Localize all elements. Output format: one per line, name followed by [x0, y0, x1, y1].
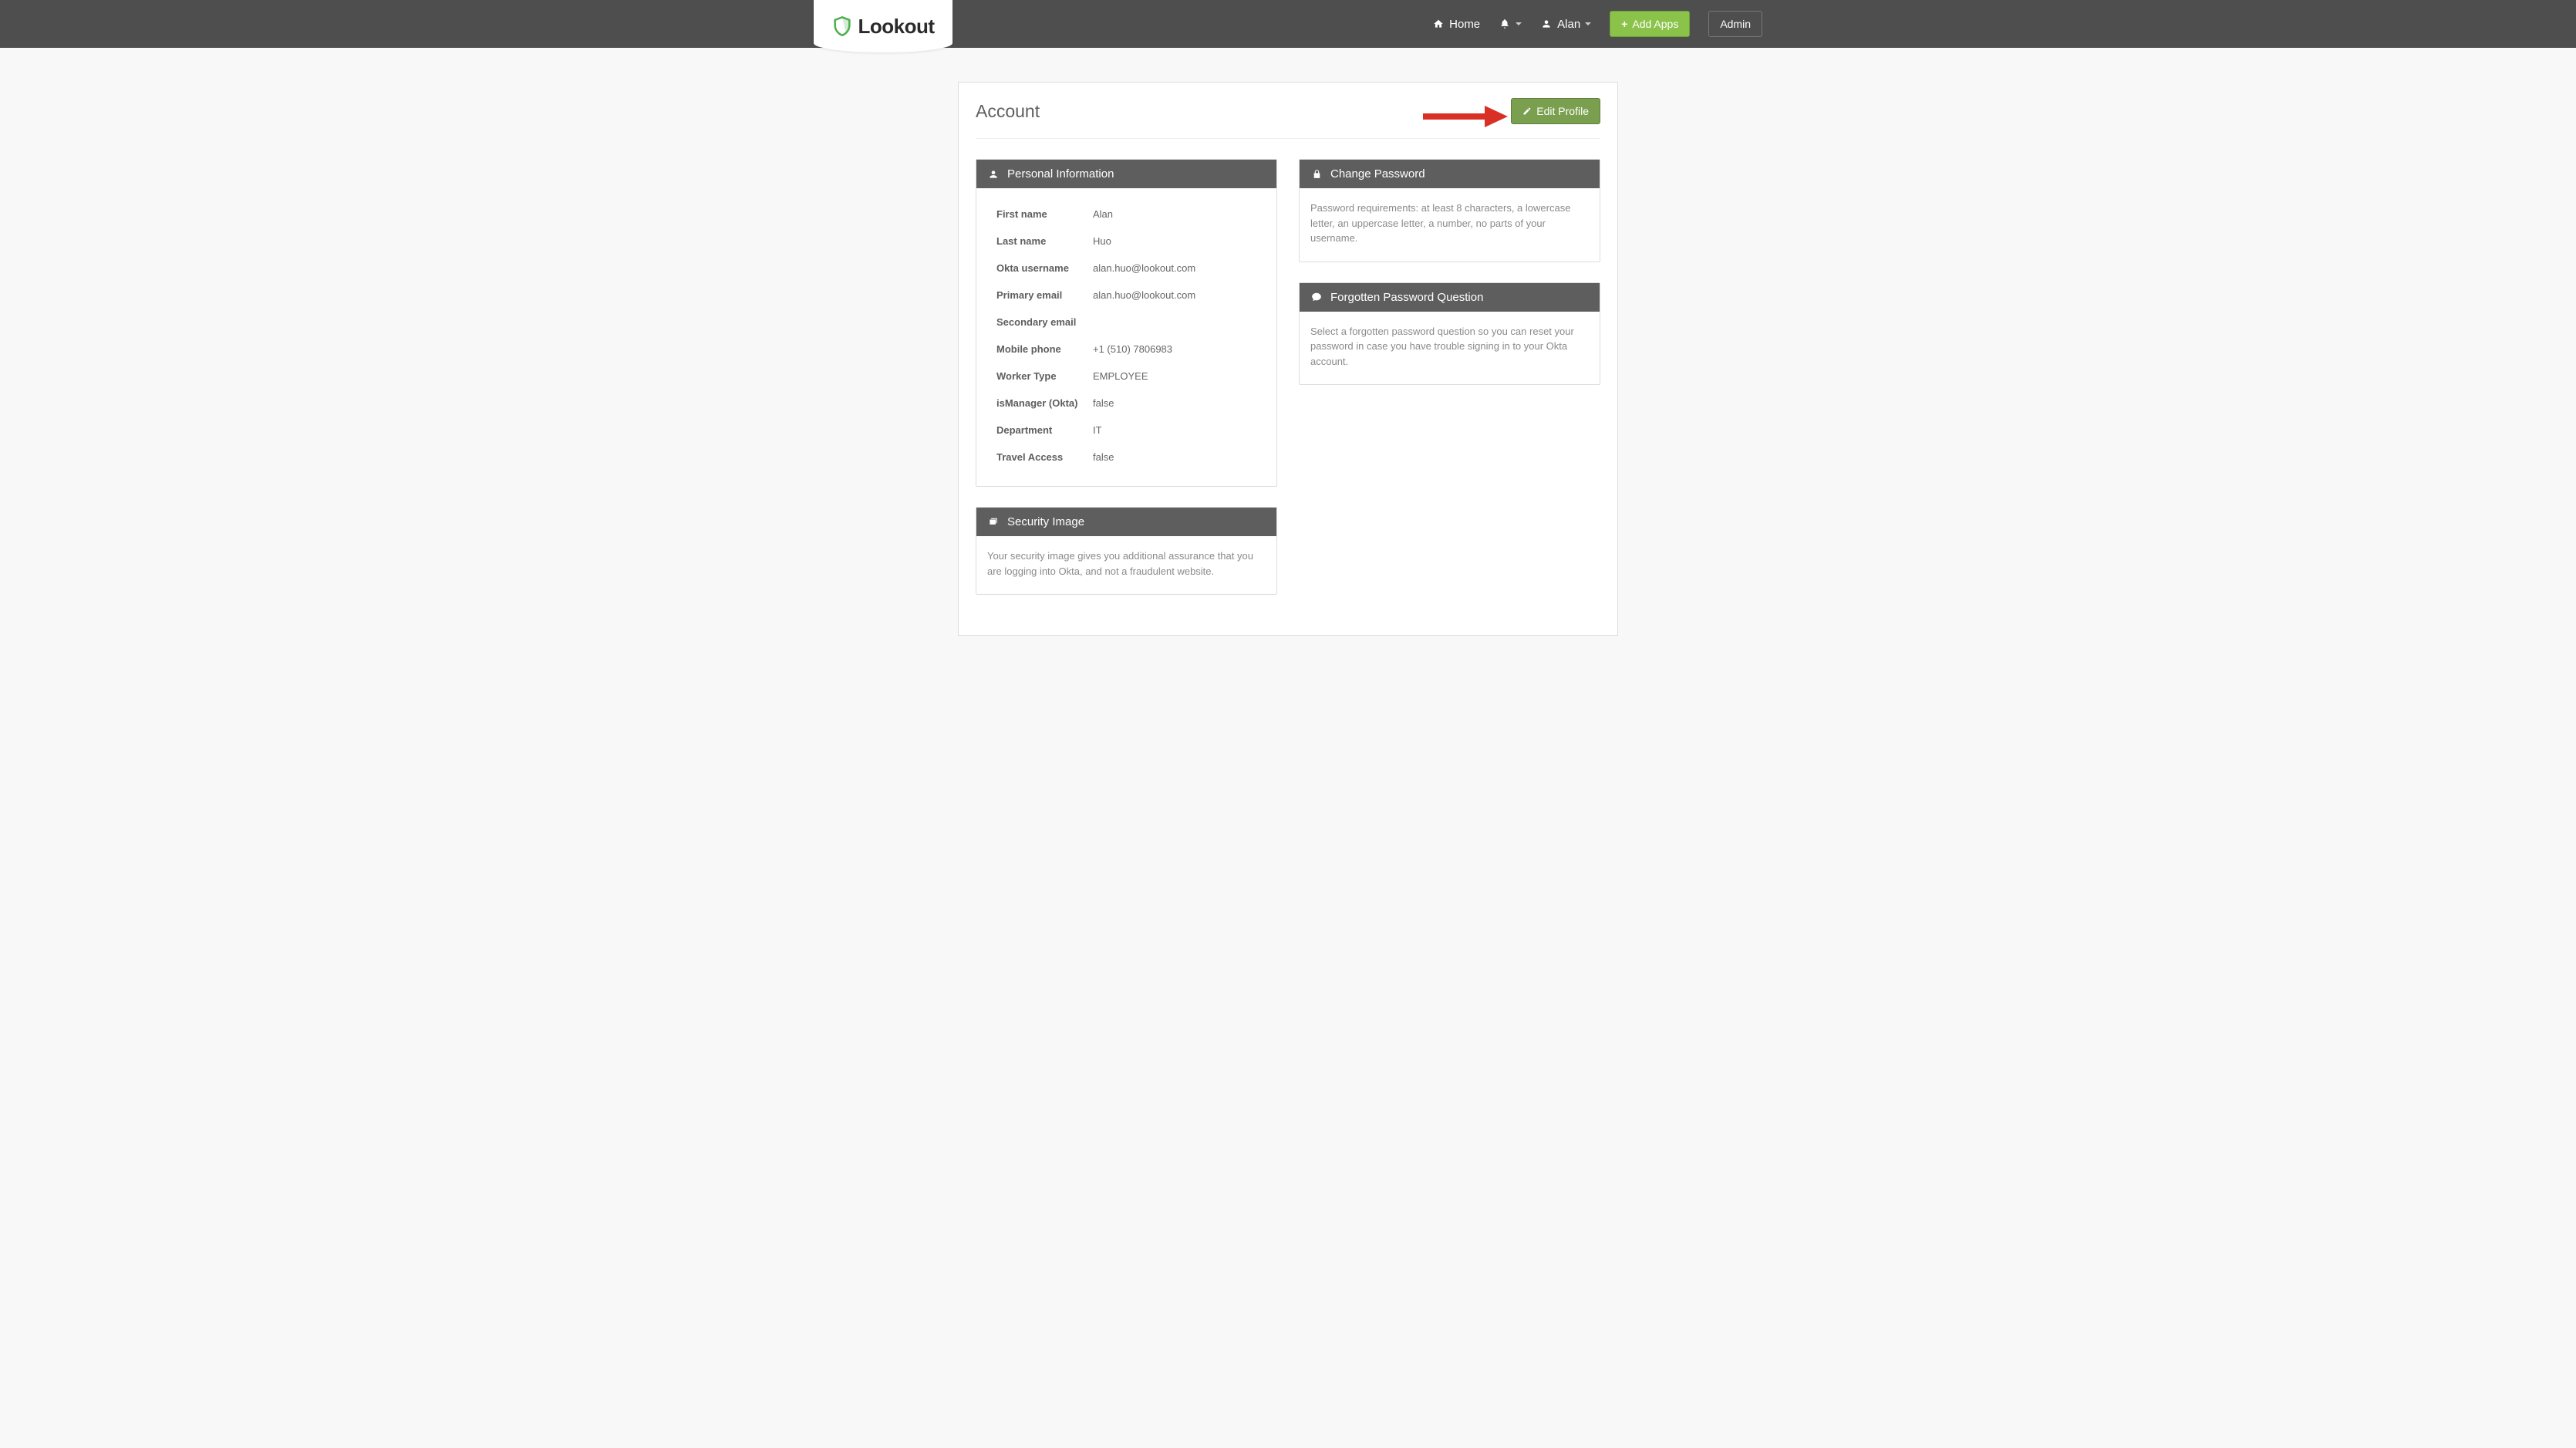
add-apps-button[interactable]: + Add Apps — [1610, 11, 1690, 37]
security-image-title: Security Image — [1007, 515, 1084, 528]
forgotten-question-title: Forgotten Password Question — [1330, 291, 1483, 304]
field-okta-username: Okta username alan.huo@lookout.com — [987, 255, 1266, 282]
admin-button[interactable]: Admin — [1708, 11, 1762, 37]
field-department: Department IT — [987, 417, 1266, 444]
field-label: Mobile phone — [996, 343, 1093, 355]
field-value: +1 (510) 7806983 — [1093, 343, 1172, 355]
field-travel-access: Travel Access false — [987, 444, 1266, 471]
brand-name: Lookout — [858, 15, 934, 39]
add-apps-label: Add Apps — [1632, 18, 1678, 30]
edit-profile-label: Edit Profile — [1536, 105, 1589, 117]
field-value: EMPLOYEE — [1093, 370, 1148, 382]
nav-user-menu[interactable]: Alan — [1540, 18, 1591, 31]
chevron-down-icon — [1516, 22, 1522, 25]
field-primary-email: Primary email alan.huo@lookout.com — [987, 282, 1266, 309]
page-title: Account — [976, 101, 1040, 122]
security-image-desc: Your security image gives you additional… — [987, 548, 1266, 579]
field-label: Okta username — [996, 262, 1093, 274]
field-value: false — [1093, 397, 1114, 409]
field-value: IT — [1093, 424, 1102, 436]
personal-info-title: Personal Information — [1007, 167, 1114, 181]
nav-notifications[interactable] — [1499, 18, 1522, 30]
field-value: alan.huo@lookout.com — [1093, 262, 1195, 274]
person-icon — [987, 168, 1000, 181]
chevron-down-icon — [1585, 22, 1591, 25]
nav-home-label: Home — [1449, 18, 1480, 31]
field-label: Last name — [996, 235, 1093, 247]
change-password-panel: Change Password Password requirements: a… — [1299, 159, 1600, 262]
bell-icon — [1499, 18, 1511, 30]
field-label: isManager (Okta) — [996, 397, 1093, 409]
forgotten-question-panel: Forgotten Password Question Select a for… — [1299, 282, 1600, 386]
change-password-desc: Password requirements: at least 8 charac… — [1310, 201, 1589, 246]
forgotten-question-desc: Select a forgotten password question so … — [1310, 324, 1589, 370]
field-secondary-email: Secondary email — [987, 309, 1266, 336]
card-header: Account Edit Profile — [976, 98, 1600, 139]
field-label: Worker Type — [996, 370, 1093, 382]
field-last-name: Last name Huo — [987, 228, 1266, 255]
field-label: Travel Access — [996, 451, 1093, 463]
plus-icon: + — [1621, 18, 1627, 30]
field-is-manager: isManager (Okta) false — [987, 390, 1266, 417]
user-icon — [1540, 18, 1553, 30]
arrow-annotation — [1423, 106, 1508, 127]
pencil-icon — [1522, 106, 1532, 116]
shield-icon — [831, 15, 853, 37]
personal-info-panel: Personal Information First name Alan Las… — [976, 159, 1277, 487]
field-label: Secondary email — [996, 316, 1093, 328]
account-card: Account Edit Profile — [958, 82, 1618, 636]
nav-home[interactable]: Home — [1432, 18, 1480, 31]
field-worker-type: Worker Type EMPLOYEE — [987, 363, 1266, 390]
home-icon — [1432, 18, 1445, 30]
field-label: First name — [996, 208, 1093, 220]
field-mobile-phone: Mobile phone +1 (510) 7806983 — [987, 336, 1266, 363]
field-value: alan.huo@lookout.com — [1093, 289, 1195, 301]
image-stack-icon — [987, 516, 1000, 528]
edit-profile-button[interactable]: Edit Profile — [1511, 98, 1600, 124]
security-image-panel: Security Image Your security image gives… — [976, 507, 1277, 595]
admin-label: Admin — [1720, 18, 1751, 30]
nav-user-label: Alan — [1557, 18, 1580, 31]
field-label: Primary email — [996, 289, 1093, 301]
field-first-name: First name Alan — [987, 201, 1266, 228]
change-password-title: Change Password — [1330, 167, 1425, 181]
field-label: Department — [996, 424, 1093, 436]
field-value: Huo — [1093, 235, 1111, 247]
field-value: Alan — [1093, 208, 1113, 220]
speech-bubble-icon — [1310, 291, 1323, 303]
topbar: Lookout Home Alan — [0, 0, 2576, 48]
page-background: Account Edit Profile — [0, 48, 2576, 1448]
brand-logo-tab[interactable]: Lookout — [814, 0, 953, 52]
lock-icon — [1310, 168, 1323, 181]
field-value: false — [1093, 451, 1114, 463]
